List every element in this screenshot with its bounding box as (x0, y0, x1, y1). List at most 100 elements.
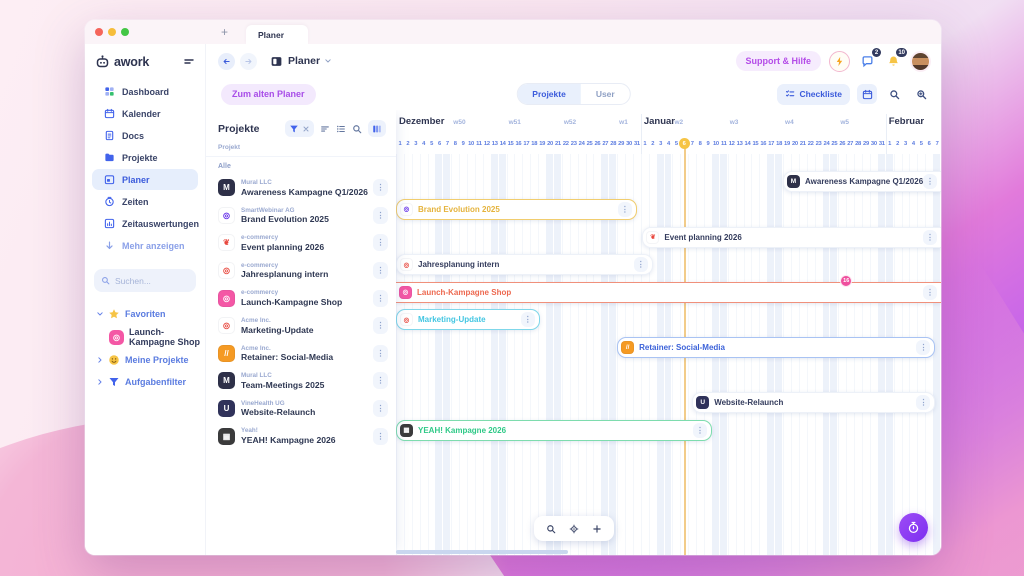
gantt-bar[interactable]: ◎Brand Evolution 2025⋮ (396, 199, 637, 220)
project-company: VineHealth UG (241, 400, 373, 408)
bar-menu-button[interactable]: ⋮ (916, 395, 930, 410)
center-today-icon[interactable] (569, 524, 579, 534)
sidebar-item-dashboard[interactable]: Dashboard (92, 81, 198, 102)
bar-menu-button[interactable]: ⋮ (521, 312, 535, 327)
chat-badge: 2 (872, 48, 881, 57)
row-menu-button[interactable]: ⋮ (373, 428, 388, 445)
bar-menu-button[interactable]: ⋮ (923, 230, 937, 245)
clear-filter-icon[interactable] (302, 125, 310, 133)
project-company: Acme Inc. (241, 317, 373, 325)
day-number: 12 (728, 138, 736, 150)
project-row[interactable]: ◎SmartWebinar AGBrand Evolution 2025⋮ (206, 202, 396, 230)
project-row[interactable]: MMural LLCTeam-Meetings 2025⋮ (206, 367, 396, 395)
project-row[interactable]: ◎e-commercyJahresplanung intern⋮ (206, 257, 396, 285)
bar-menu-button[interactable]: ⋮ (618, 202, 632, 217)
sidebar-item-planer[interactable]: Planer (92, 169, 198, 190)
sidebar-item-kalender[interactable]: Kalender (92, 103, 198, 124)
sidebar-item-docs[interactable]: Docs (92, 125, 198, 146)
row-menu-button[interactable]: ⋮ (373, 207, 388, 224)
gantt-bar[interactable]: ◎Jahresplanung intern⋮ (396, 254, 653, 275)
project-logo: ◎ (109, 330, 124, 345)
row-menu-button[interactable]: ⋮ (373, 179, 388, 196)
row-menu-button[interactable]: ⋮ (373, 345, 388, 362)
bar-menu-button[interactable]: ⋮ (916, 340, 930, 355)
collapse-sidebar-icon[interactable] (183, 56, 195, 68)
project-row[interactable]: MMural LLCAwareness Kampagne Q1/2026⋮ (206, 174, 396, 202)
chat-button[interactable]: 2 (858, 52, 876, 70)
sidebar-item-projekte[interactable]: Projekte (92, 147, 198, 168)
old-planner-button[interactable]: Zum alten Planer (221, 84, 316, 105)
project-row[interactable]: ▦Yeah!YEAH! Kampagne 2026⋮ (206, 422, 396, 450)
quick-actions-button[interactable] (829, 51, 850, 72)
project-row[interactable]: ❦e-commercyEvent planning 2026⋮ (206, 229, 396, 257)
timeline-search-button[interactable] (884, 84, 904, 104)
row-menu-button[interactable]: ⋮ (373, 262, 388, 279)
columns-icon[interactable] (372, 124, 382, 134)
back-button[interactable] (218, 53, 235, 70)
chevron-down-icon[interactable] (324, 57, 332, 65)
maximize-window-button[interactable] (121, 28, 129, 36)
list-view-icon[interactable] (336, 124, 346, 134)
calendar-view-button[interactable] (857, 84, 877, 104)
support-help-button[interactable]: Support & Hilfe (736, 51, 822, 71)
tab-projekte[interactable]: Projekte (517, 84, 581, 104)
gantt-bar[interactable]: ◎Marketing-Update⋮ (396, 309, 540, 330)
tab-user[interactable]: User (581, 84, 630, 104)
minimize-window-button[interactable] (108, 28, 116, 36)
gantt-bar[interactable]: MAwareness Kampagne Q1/2026⋮ (783, 171, 941, 192)
new-tab-button[interactable]: + (221, 25, 228, 39)
project-row[interactable]: UVineHealth UGWebsite-Relaunch⋮ (206, 395, 396, 423)
sidebar-tree-aufgabenfilter[interactable]: Aufgabenfilter (85, 372, 205, 392)
browser-tab[interactable]: Planer (246, 25, 308, 44)
sidebar-item-more[interactable]: Mehr anzeigen (92, 235, 198, 256)
close-window-button[interactable] (95, 28, 103, 36)
day-number: 4 (420, 138, 428, 150)
bar-menu-button[interactable]: ⋮ (634, 257, 648, 272)
bar-menu-button[interactable]: ⋮ (693, 423, 707, 438)
search-projects-icon[interactable] (352, 124, 362, 134)
zoom-out-icon[interactable] (546, 524, 556, 534)
day-number: 10 (712, 138, 720, 150)
gantt-timeline[interactable]: DezemberJanuarFebruarw50w51w52w1w2w3w4w5… (396, 110, 941, 555)
bar-menu-button[interactable]: ⋮ (923, 174, 937, 189)
project-row[interactable]: ◎Acme Inc.Marketing-Update⋮ (206, 312, 396, 340)
user-avatar[interactable] (910, 51, 931, 72)
row-menu-button[interactable]: ⋮ (373, 400, 388, 417)
gantt-bar[interactable]: UWebsite-Relaunch⋮ (692, 392, 935, 413)
time-tracking-fab[interactable] (899, 513, 928, 542)
sidebar-item-zeitauswertungen[interactable]: Zeitauswertungen (92, 213, 198, 234)
favorites-section[interactable]: Favoriten (85, 304, 205, 324)
day-number: 5 (428, 138, 436, 150)
gantt-bar[interactable]: //Retainer: Social-Media⋮ (617, 337, 935, 358)
sidebar-tree-meine-projekte[interactable]: Meine Projekte (85, 350, 205, 370)
gantt-bar[interactable]: ▦YEAH! Kampagne 2026⋮ (396, 420, 712, 441)
row-menu-button[interactable]: ⋮ (373, 234, 388, 251)
sidebar-item-zeiten[interactable]: Zeiten (92, 191, 198, 212)
sidebar-search[interactable] (94, 269, 196, 292)
timeline-zoom-button[interactable] (911, 84, 931, 104)
sort-icon[interactable] (320, 124, 330, 134)
zoom-in-icon[interactable] (592, 524, 602, 534)
checklist-button[interactable]: Checkliste (777, 84, 850, 105)
gantt-bar[interactable]: ❦Event planning 2026⋮ (642, 227, 941, 248)
search-input[interactable] (115, 276, 185, 286)
sidebar-item-label: Zeiten (122, 197, 149, 207)
sidebar-favorite-project[interactable]: ◎ Launch-Kampagne Shop (85, 326, 205, 348)
project-row[interactable]: ◎e-commercyLaunch-Kampagne Shop⋮ (206, 284, 396, 312)
project-row[interactable]: //Acme Inc.Retainer: Social-Media⋮ (206, 340, 396, 368)
forward-button[interactable] (240, 53, 257, 70)
row-menu-button[interactable]: ⋮ (373, 317, 388, 334)
row-menu-button[interactable]: ⋮ (373, 290, 388, 307)
day-number: 15 (751, 138, 759, 150)
filter-funnel-icon[interactable] (289, 124, 299, 134)
day-number: 25 (830, 138, 838, 150)
day-number: 22 (562, 138, 570, 150)
day-number: 27 (601, 138, 609, 150)
notifications-button[interactable]: 10 (884, 52, 902, 70)
horizontal-scrollbar[interactable] (396, 550, 568, 554)
gantt-bar[interactable]: ◎Launch-Kampagne Shop⋮ (396, 282, 941, 303)
weekend-band (933, 154, 941, 555)
week-label: w2 (674, 119, 683, 126)
bar-menu-button[interactable]: ⋮ (923, 285, 937, 300)
row-menu-button[interactable]: ⋮ (373, 372, 388, 389)
